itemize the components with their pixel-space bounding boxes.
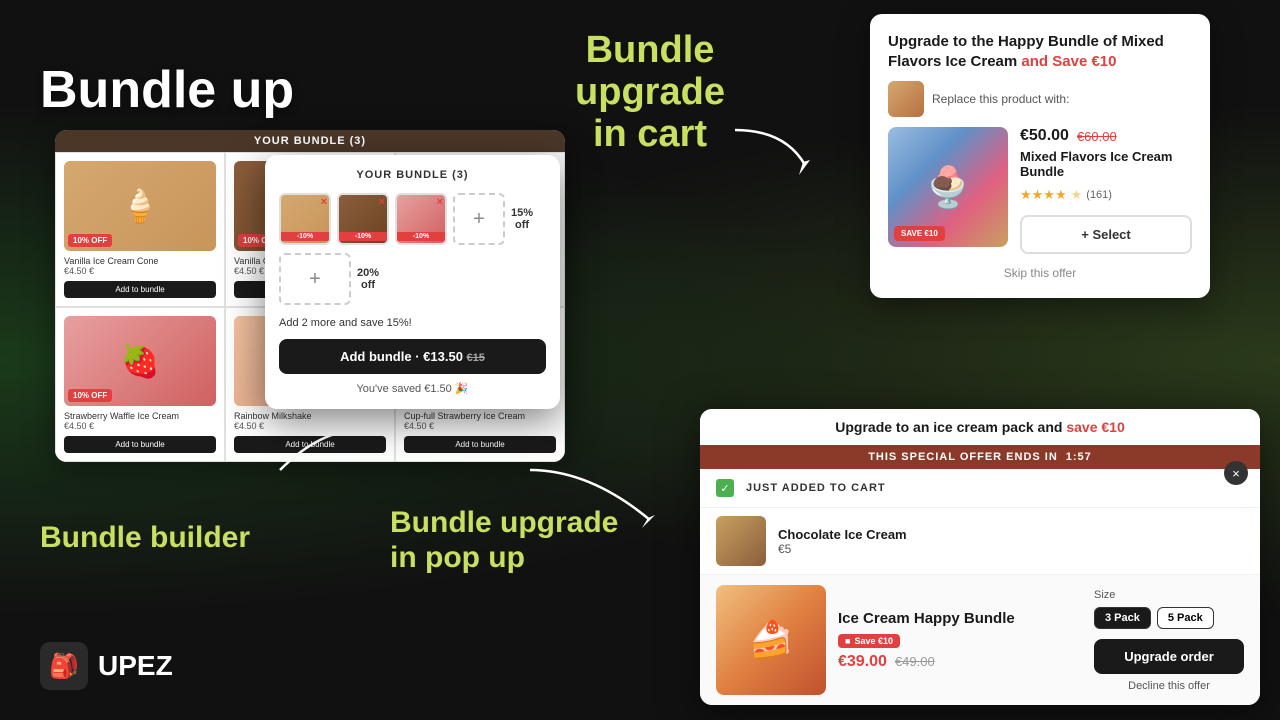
upgrade-product-name: Mixed Flavors Ice Cream Bundle bbox=[1020, 149, 1192, 179]
size-options: 3 Pack 5 Pack bbox=[1094, 607, 1244, 629]
upgrade-bundle-info: Ice Cream Happy Bundle ■ Save €10 €39.00… bbox=[838, 610, 1082, 671]
select-button[interactable]: + Select bbox=[1020, 215, 1192, 254]
product-name-3: Strawberry Waffle Ice Cream bbox=[64, 411, 216, 421]
upgrade-product-info: €50.00 €60.00 Mixed Flavors Ice Cream Bu… bbox=[1020, 127, 1192, 254]
upgrade-price-original: €60.00 bbox=[1077, 129, 1117, 144]
product-price-5: €4.50 € bbox=[404, 421, 556, 431]
bundle-percent-20: 20%off bbox=[357, 267, 379, 291]
arrow-cart-icon bbox=[725, 120, 815, 180]
timer: 1:57 bbox=[1066, 451, 1092, 463]
bundle-add-slot-btn[interactable]: + bbox=[453, 193, 505, 245]
popup-price-original: €49.00 bbox=[895, 654, 935, 669]
product-cell-1: 🍦 10% OFF Vanilla Ice Cream Cone €4.50 €… bbox=[55, 152, 225, 307]
bundle-add-large-btn[interactable]: + bbox=[279, 253, 351, 305]
upez-name: UPEZ bbox=[98, 650, 173, 682]
bundle-percent-15: 15%off bbox=[511, 207, 533, 231]
bundle-x-3[interactable]: × bbox=[437, 196, 443, 208]
upgrade-bundle-image: 🍰 bbox=[716, 585, 826, 695]
your-bundle-popup: YOUR BUNDLE (3) × -10% × -10% × -10% + 1… bbox=[265, 155, 560, 409]
bundle-discount-1: -10% bbox=[281, 232, 329, 241]
bundle-items-row: × -10% × -10% × -10% + 15%off bbox=[279, 193, 546, 245]
upgrade-bundle-name: Ice Cream Happy Bundle bbox=[838, 610, 1082, 627]
save-badge-small: ■ Save €10 bbox=[838, 634, 900, 648]
product-image-3: 🍓 10% OFF bbox=[64, 316, 216, 406]
upgrade-popup-card: Upgrade to an ice cream pack and save €1… bbox=[700, 409, 1260, 705]
save-badge-img: SAVE €10 bbox=[894, 226, 945, 241]
upgrade-product-row: 🍨 SAVE €10 €50.00 €60.00 Mixed Flavors I… bbox=[888, 127, 1192, 254]
review-count: (161) bbox=[1086, 189, 1112, 201]
product-cell-3: 🍓 10% OFF Strawberry Waffle Ice Cream €4… bbox=[55, 307, 225, 462]
main-container: Bundle up Bundle upgradein cart YOUR BUN… bbox=[0, 0, 1280, 720]
bundle-discount-3: -10% bbox=[397, 232, 445, 241]
bundle-thumb-2: × -10% bbox=[337, 193, 389, 245]
cart-item-name: Chocolate Ice Cream bbox=[778, 527, 907, 542]
arrow-builder-icon bbox=[260, 410, 380, 490]
bundle-up-title: Bundle up bbox=[40, 60, 294, 120]
product-price-3: €4.50 € bbox=[64, 421, 216, 431]
your-bundle-header: YOUR BUNDLE (3) bbox=[279, 169, 546, 181]
cart-item-price: €5 bbox=[778, 542, 907, 556]
add-to-bundle-btn-1[interactable]: Add to bundle bbox=[64, 281, 216, 298]
product-image-1: 🍦 10% OFF bbox=[64, 161, 216, 251]
close-button[interactable]: × bbox=[1224, 461, 1248, 485]
upgrade-cart-title: Upgrade to the Happy Bundle of Mixed Fla… bbox=[888, 32, 1192, 71]
skip-offer-link[interactable]: Skip this offer bbox=[888, 266, 1192, 280]
cart-item-row: Chocolate Ice Cream €5 bbox=[700, 507, 1260, 574]
bundle-builder-label: Bundle builder bbox=[40, 521, 250, 555]
upgrade-order-button[interactable]: Upgrade order bbox=[1094, 639, 1244, 674]
discount-badge-3: 10% OFF bbox=[68, 389, 112, 402]
upgrade-popup-title: Upgrade to an ice cream pack and save €1… bbox=[700, 409, 1260, 445]
just-added-label: JUST ADDED TO CART bbox=[746, 482, 886, 494]
replace-thumb-icon bbox=[888, 81, 924, 117]
stars-icon: ★★★★ bbox=[1020, 187, 1067, 203]
replace-label: Replace this product with: bbox=[888, 81, 1192, 117]
bundle-builder-header: YOUR BUNDLE (3) bbox=[55, 130, 565, 152]
upgrade-cart-card: Upgrade to the Happy Bundle of Mixed Fla… bbox=[870, 14, 1210, 298]
discount-badge-1: 10% OFF bbox=[68, 234, 112, 247]
upgrade-price-row: €50.00 €60.00 bbox=[1020, 127, 1192, 145]
upez-icon: 🎒 bbox=[40, 642, 88, 690]
upez-logo: 🎒 UPEZ bbox=[40, 642, 173, 690]
cart-item-details: Chocolate Ice Cream €5 bbox=[778, 527, 907, 556]
save-text: Add 2 more and save 15%! bbox=[279, 317, 546, 329]
bundle-x-1[interactable]: × bbox=[321, 196, 327, 208]
bundle-thumb-1: × -10% bbox=[279, 193, 331, 245]
upgrade-bundle-row: 🍰 Ice Cream Happy Bundle ■ Save €10 €39.… bbox=[700, 574, 1260, 705]
size-3pack-button[interactable]: 3 Pack bbox=[1094, 607, 1151, 629]
half-star-icon: ★ bbox=[1071, 187, 1083, 203]
arrow-popup-icon bbox=[510, 450, 670, 550]
bundle-row-2: + 20%off bbox=[279, 253, 546, 305]
size-label: Size bbox=[1094, 589, 1244, 601]
popup-price: €39.00 bbox=[838, 653, 887, 671]
saved-text: You've saved €1.50 🎉 bbox=[279, 382, 546, 395]
bundle-thumb-3: × -10% bbox=[395, 193, 447, 245]
bundle-discount-2: -10% bbox=[339, 232, 387, 241]
product-name-5: Cup-full Strawberry Ice Cream bbox=[404, 411, 556, 421]
size-5pack-button[interactable]: 5 Pack bbox=[1157, 607, 1214, 629]
stars-row: ★★★★★ (161) bbox=[1020, 187, 1192, 203]
upgrade-actions: Size 3 Pack 5 Pack Upgrade order Decline… bbox=[1094, 589, 1244, 692]
checkmark-icon: ✓ bbox=[716, 479, 734, 497]
cart-item-image bbox=[716, 516, 766, 566]
product-name-1: Vanilla Ice Cream Cone bbox=[64, 256, 216, 266]
special-offer-bar: THIS SPECIAL OFFER ENDS IN 1:57 bbox=[700, 445, 1260, 469]
decline-button[interactable]: Decline this offer bbox=[1094, 680, 1244, 692]
popup-price-row: €39.00 €49.00 bbox=[838, 653, 1082, 671]
add-to-bundle-btn-3[interactable]: Add to bundle bbox=[64, 436, 216, 453]
upgrade-product-image: 🍨 SAVE €10 bbox=[888, 127, 1008, 247]
product-price-1: €4.50 € bbox=[64, 266, 216, 276]
just-added-row: ✓ JUST ADDED TO CART bbox=[700, 469, 1260, 507]
bundle-x-2[interactable]: × bbox=[379, 196, 385, 208]
add-bundle-button[interactable]: Add bundle · €13.50 €15 bbox=[279, 339, 546, 374]
upgrade-price: €50.00 bbox=[1020, 127, 1069, 145]
